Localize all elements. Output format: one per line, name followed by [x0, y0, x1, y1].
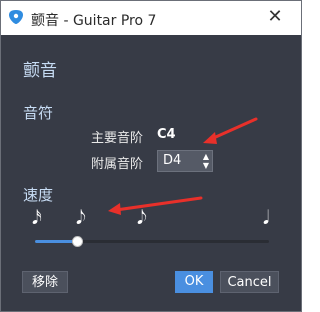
annotation-arrowhead-2: [108, 203, 121, 215]
trill-dialog: 颤音 - Guitar Pro 7 ✕ 颤音 音符 主要音阶 C4 附属音阶 D…: [0, 0, 302, 312]
annotation-arrows: [108, 117, 258, 215]
annotation-arrowhead-1: [203, 132, 217, 144]
annotation-arrow-1: [207, 117, 258, 142]
annotation-arrow-2: [114, 196, 203, 212]
